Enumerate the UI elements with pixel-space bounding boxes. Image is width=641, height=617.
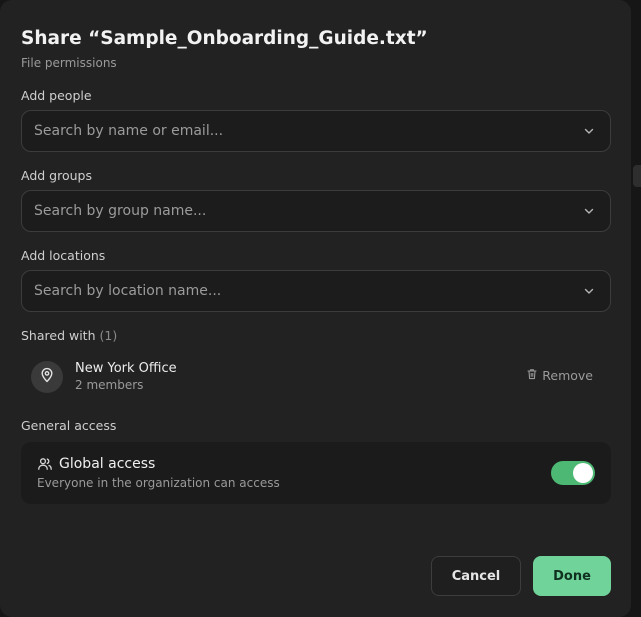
- add-locations-input[interactable]: [34, 283, 582, 299]
- add-groups-input[interactable]: [34, 203, 582, 219]
- chevron-down-icon[interactable]: [582, 204, 596, 218]
- global-access-title: Global access: [59, 456, 156, 472]
- global-access-description: Everyone in the organization can access: [37, 476, 280, 490]
- trash-icon: [526, 368, 538, 383]
- share-dialog: Share “Sample_Onboarding_Guide.txt” File…: [0, 0, 631, 617]
- shared-item-row: New York Office 2 members Remove: [31, 360, 601, 394]
- background-edge: [633, 165, 641, 187]
- global-access-toggle[interactable]: [551, 461, 595, 485]
- global-access-card: Global access Everyone in the organizati…: [21, 442, 611, 504]
- add-locations-combobox[interactable]: [21, 270, 611, 312]
- users-icon: [37, 456, 53, 472]
- add-people-combobox[interactable]: [21, 110, 611, 152]
- add-people-label: Add people: [21, 88, 92, 103]
- location-avatar: [31, 361, 63, 393]
- shared-with-title: Shared with: [21, 328, 96, 343]
- shared-item-members: 2 members: [75, 378, 144, 392]
- cancel-button[interactable]: Cancel: [431, 556, 521, 596]
- add-locations-label: Add locations: [21, 248, 106, 263]
- add-groups-combobox[interactable]: [21, 190, 611, 232]
- remove-button[interactable]: Remove: [526, 368, 593, 383]
- add-people-input[interactable]: [34, 123, 582, 139]
- remove-label: Remove: [542, 368, 593, 383]
- shared-item-name: New York Office: [75, 361, 177, 376]
- add-groups-label: Add groups: [21, 168, 92, 183]
- toggle-knob: [573, 463, 593, 483]
- general-access-label: General access: [21, 418, 117, 433]
- chevron-down-icon[interactable]: [582, 124, 596, 138]
- location-pin-icon: [39, 367, 55, 387]
- shared-with-count: (1): [99, 328, 118, 343]
- chevron-down-icon[interactable]: [582, 284, 596, 298]
- dialog-subtitle: File permissions: [21, 56, 117, 70]
- done-button[interactable]: Done: [533, 556, 611, 596]
- dialog-title: Share “Sample_Onboarding_Guide.txt”: [21, 28, 428, 49]
- shared-with-label: Shared with (1): [21, 328, 117, 343]
